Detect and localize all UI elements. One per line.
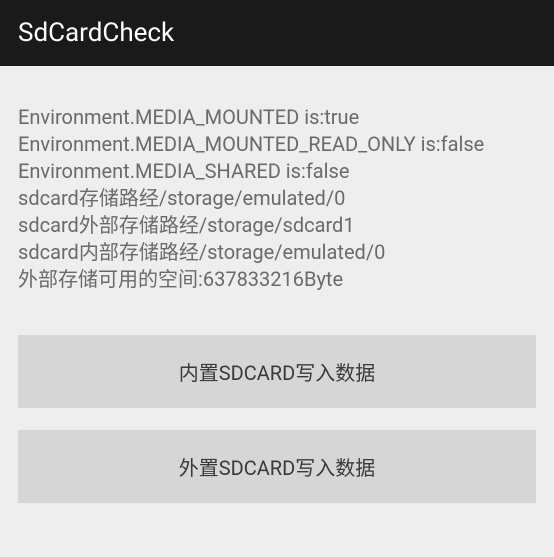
media-mounted-readonly-status: Environment.MEDIA_MOUNTED_READ_ONLY is:f… [18,131,536,158]
sdcard-storage-path: sdcard存储路经/storage/emulated/0 [18,185,536,212]
sdcard-internal-path: sdcard内部存储路经/storage/emulated/0 [18,239,536,266]
info-text-block: Environment.MEDIA_MOUNTED is:true Enviro… [18,104,536,293]
media-shared-status: Environment.MEDIA_SHARED is:false [18,158,536,185]
app-header: SdCardCheck [0,0,554,66]
internal-sdcard-write-button[interactable]: 内置SDCARD写入数据 [18,335,536,408]
sdcard-external-path: sdcard外部存储路经/storage/sdcard1 [18,212,536,239]
button-container: 内置SDCARD写入数据 外置SDCARD写入数据 [18,335,536,503]
media-mounted-status: Environment.MEDIA_MOUNTED is:true [18,104,536,131]
app-title: SdCardCheck [18,18,174,48]
external-available-space: 外部存储可用的空间:637833216Byte [18,266,536,293]
external-sdcard-write-button[interactable]: 外置SDCARD写入数据 [18,430,536,503]
content-area: Environment.MEDIA_MOUNTED is:true Enviro… [0,66,554,543]
